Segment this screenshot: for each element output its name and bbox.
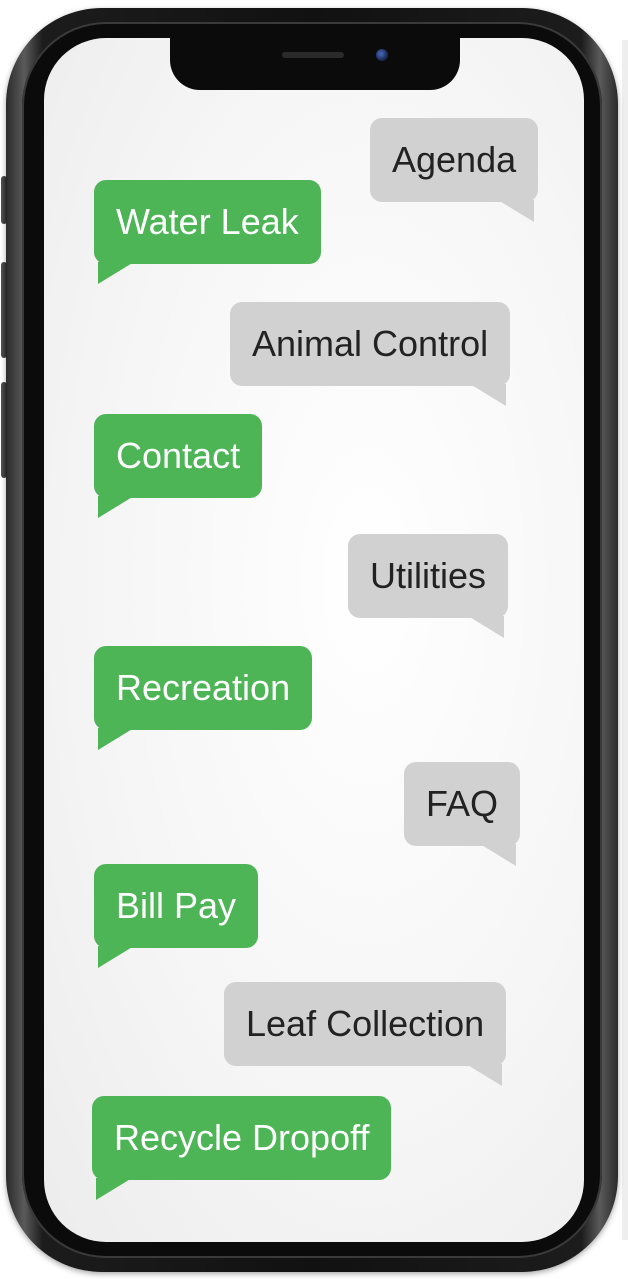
- bubble-label: Animal Control: [252, 323, 489, 364]
- bubble-tail: [98, 728, 134, 750]
- bubble-tail: [470, 384, 507, 406]
- chat-bubble-recycle-dropoff[interactable]: Recycle Dropoff: [92, 1096, 392, 1200]
- bubble-label: Bill Pay: [116, 885, 237, 926]
- bubble-tail: [96, 1178, 132, 1200]
- bubble-label: Utilities: [370, 555, 487, 596]
- stage: Agenda Water Leak Animal Control Contact…: [0, 0, 628, 1279]
- bubble-tail: [466, 1064, 503, 1086]
- volume-up-button: [1, 262, 7, 358]
- background-edge: [622, 40, 628, 1240]
- bubble-label: Agenda: [392, 139, 517, 180]
- mute-switch: [1, 176, 7, 224]
- bubble-label: Leaf Collection: [246, 1003, 485, 1044]
- chat-bubble-contact[interactable]: Contact: [94, 414, 263, 518]
- chat-bubble-animal-control[interactable]: Animal Control: [230, 302, 511, 406]
- chat-bubble-leaf-collection[interactable]: Leaf Collection: [224, 982, 507, 1086]
- bubble-tail: [98, 946, 134, 968]
- bubble-tail: [98, 496, 134, 518]
- chat-bubble-bill-pay[interactable]: Bill Pay: [94, 864, 259, 968]
- front-camera-icon: [376, 49, 388, 61]
- chat-bubble-recreation[interactable]: Recreation: [94, 646, 313, 750]
- chat-bubble-agenda[interactable]: Agenda: [370, 118, 539, 222]
- chat-bubble-utilities[interactable]: Utilities: [348, 534, 509, 638]
- bubble-label: Recreation: [116, 667, 291, 708]
- bubble-label: FAQ: [426, 783, 499, 824]
- chat-bubble-water-leak[interactable]: Water Leak: [94, 180, 321, 284]
- bubble-label: Recycle Dropoff: [114, 1117, 370, 1158]
- phone-notch: [170, 38, 460, 90]
- bubble-tail: [98, 262, 134, 284]
- speaker-grille: [282, 52, 344, 58]
- bubble-label: Contact: [116, 435, 241, 476]
- bubble-tail: [498, 200, 535, 222]
- bubble-tail: [480, 844, 517, 866]
- bubble-label: Water Leak: [116, 201, 299, 242]
- chat-bubble-faq[interactable]: FAQ: [404, 762, 521, 866]
- phone-screen: Agenda Water Leak Animal Control Contact…: [44, 38, 584, 1242]
- bubble-tail: [468, 616, 505, 638]
- volume-down-button: [1, 382, 7, 478]
